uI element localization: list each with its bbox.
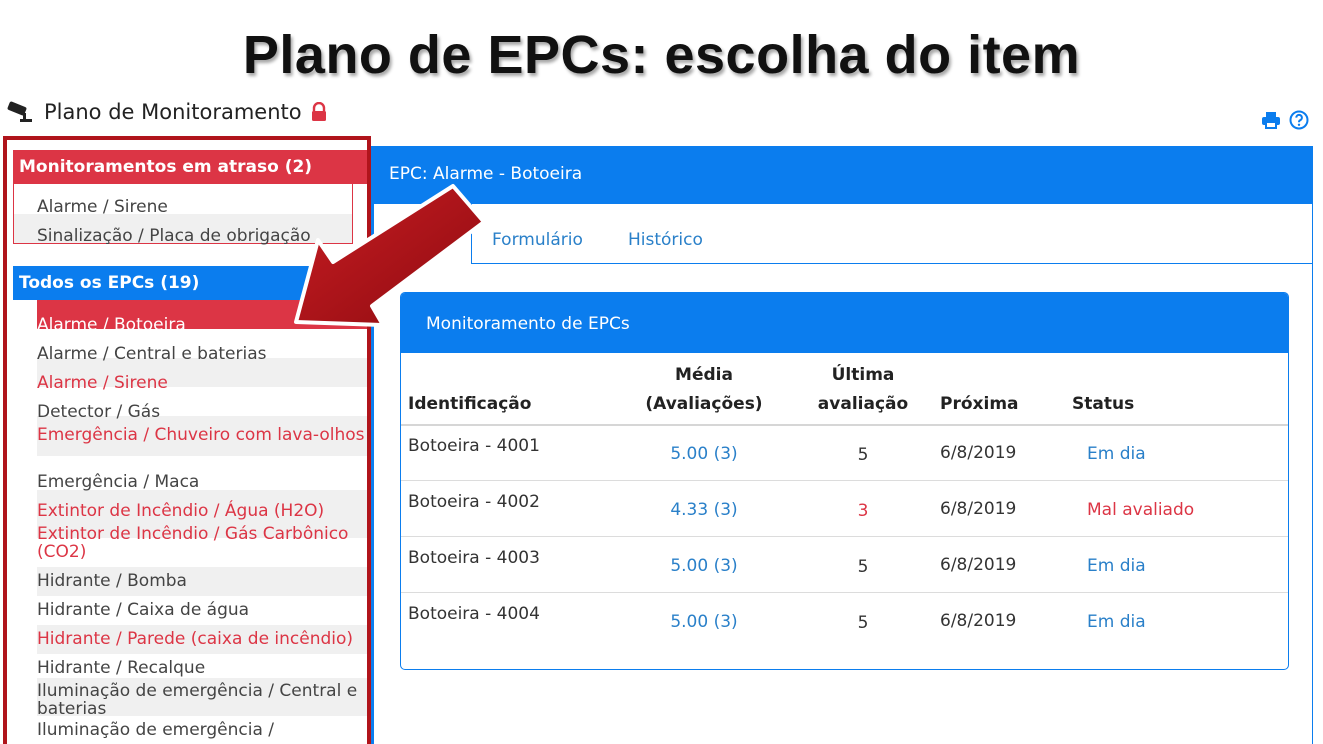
epc-item[interactable]: Emergência / Maca	[37, 473, 199, 491]
epc-item-overdue[interactable]: Hidrante / Parede (caixa de incêndio)	[37, 630, 353, 648]
epc-item[interactable]: Iluminação de emergência /	[37, 721, 274, 739]
cell-ultima: 5	[857, 557, 869, 577]
overdue-header[interactable]: Monitoramentos em atraso (2)	[13, 150, 367, 184]
cell-media-link[interactable]: 5.00 (3)	[639, 612, 769, 632]
lock-icon	[310, 102, 328, 122]
app-header: Plano de Monitoramento	[6, 96, 328, 128]
col-header-status: Status	[1072, 394, 1135, 414]
app-title: Plano de Monitoramento	[44, 100, 302, 124]
epc-item-overdue[interactable]: Extintor de Incêndio / Água (H2O)	[37, 502, 324, 520]
epc-item[interactable]: Hidrante / Recalque	[37, 659, 205, 677]
col-header-id: Identificação	[408, 394, 532, 414]
cell-ultima: 3	[857, 501, 869, 521]
card-header: Monitoramento de EPCs	[401, 293, 1288, 353]
row-divider	[401, 480, 1288, 481]
epc-detail-panel: EPC: Alarme - Botoeira Formulário Histór…	[371, 146, 1313, 744]
top-tools	[1261, 110, 1309, 130]
panel-body: Formulário Histórico Monitoramento de EP…	[374, 204, 1312, 744]
epc-item[interactable]: Hidrante / Caixa de água	[37, 601, 249, 619]
print-icon[interactable]	[1261, 111, 1281, 129]
help-icon[interactable]	[1289, 110, 1309, 130]
header-divider	[401, 424, 1288, 426]
camera-icon	[6, 101, 36, 123]
cell-proxima: 6/8/2019	[940, 611, 1017, 631]
cell-id: Botoeira - 4001	[408, 436, 540, 456]
all-epcs-header[interactable]: Todos os EPCs (19)	[13, 266, 367, 300]
col-header-proxima: Próxima	[940, 394, 1019, 414]
epc-item[interactable]: Alarme / Central e baterias	[37, 345, 267, 363]
col-header-ultima-sub: avaliação	[817, 394, 909, 414]
cell-proxima: 6/8/2019	[940, 499, 1017, 519]
cell-id: Botoeira - 4003	[408, 548, 540, 568]
cell-media-link[interactable]: 5.00 (3)	[639, 444, 769, 464]
cell-media-link[interactable]: 5.00 (3)	[639, 556, 769, 576]
cell-proxima: 6/8/2019	[940, 443, 1017, 463]
epc-item-active[interactable]: Alarme / Botoeira	[37, 316, 186, 334]
row-divider	[401, 536, 1288, 537]
slide-title: Plano de EPCs: escolha do item	[242, 25, 1081, 85]
tab-overview[interactable]	[374, 204, 472, 264]
cell-ultima: 5	[857, 613, 869, 633]
cell-proxima: 6/8/2019	[940, 555, 1017, 575]
overdue-item[interactable]: Sinalização / Placa de obrigação	[37, 227, 311, 245]
panel-title: EPC: Alarme - Botoeira	[389, 164, 583, 184]
cell-id: Botoeira - 4004	[408, 604, 540, 624]
tabs-underline	[472, 263, 1312, 264]
cell-ultima: 5	[857, 445, 869, 465]
tab-historico[interactable]: Histórico	[628, 230, 703, 250]
epc-item[interactable]: Detector / Gás	[37, 403, 160, 421]
cell-id: Botoeira - 4002	[408, 492, 540, 512]
epc-item[interactable]: Hidrante / Bomba	[37, 572, 187, 590]
cell-media-link[interactable]: 4.33 (3)	[639, 500, 769, 520]
cell-status: Em dia	[1087, 444, 1146, 464]
row-divider	[401, 592, 1288, 593]
col-header-ultima: Última	[831, 365, 895, 385]
cell-status: Em dia	[1087, 556, 1146, 576]
epc-item-overdue[interactable]: Emergência / Chuveiro com lava-olhos	[37, 426, 367, 444]
overdue-item[interactable]: Alarme / Sirene	[37, 198, 168, 216]
card-title: Monitoramento de EPCs	[426, 314, 630, 334]
col-header-media-sub: (Avaliações)	[645, 394, 763, 414]
monitoring-card: Monitoramento de EPCs Identificação Médi…	[400, 292, 1289, 670]
tab-formulario[interactable]: Formulário	[492, 230, 583, 250]
col-header-media: Média	[675, 365, 733, 385]
cell-status: Mal avaliado	[1087, 500, 1195, 520]
epc-item-overdue[interactable]: Alarme / Sirene	[37, 374, 168, 392]
epc-sidebar: Monitoramentos em atraso (2) Alarme / Si…	[3, 136, 371, 744]
epc-item[interactable]: Iluminação de emergência / Central e bat…	[37, 682, 367, 718]
cell-status: Em dia	[1087, 612, 1146, 632]
epc-item-overdue[interactable]: Extintor de Incêndio / Gás Carbônico (CO…	[37, 525, 367, 561]
